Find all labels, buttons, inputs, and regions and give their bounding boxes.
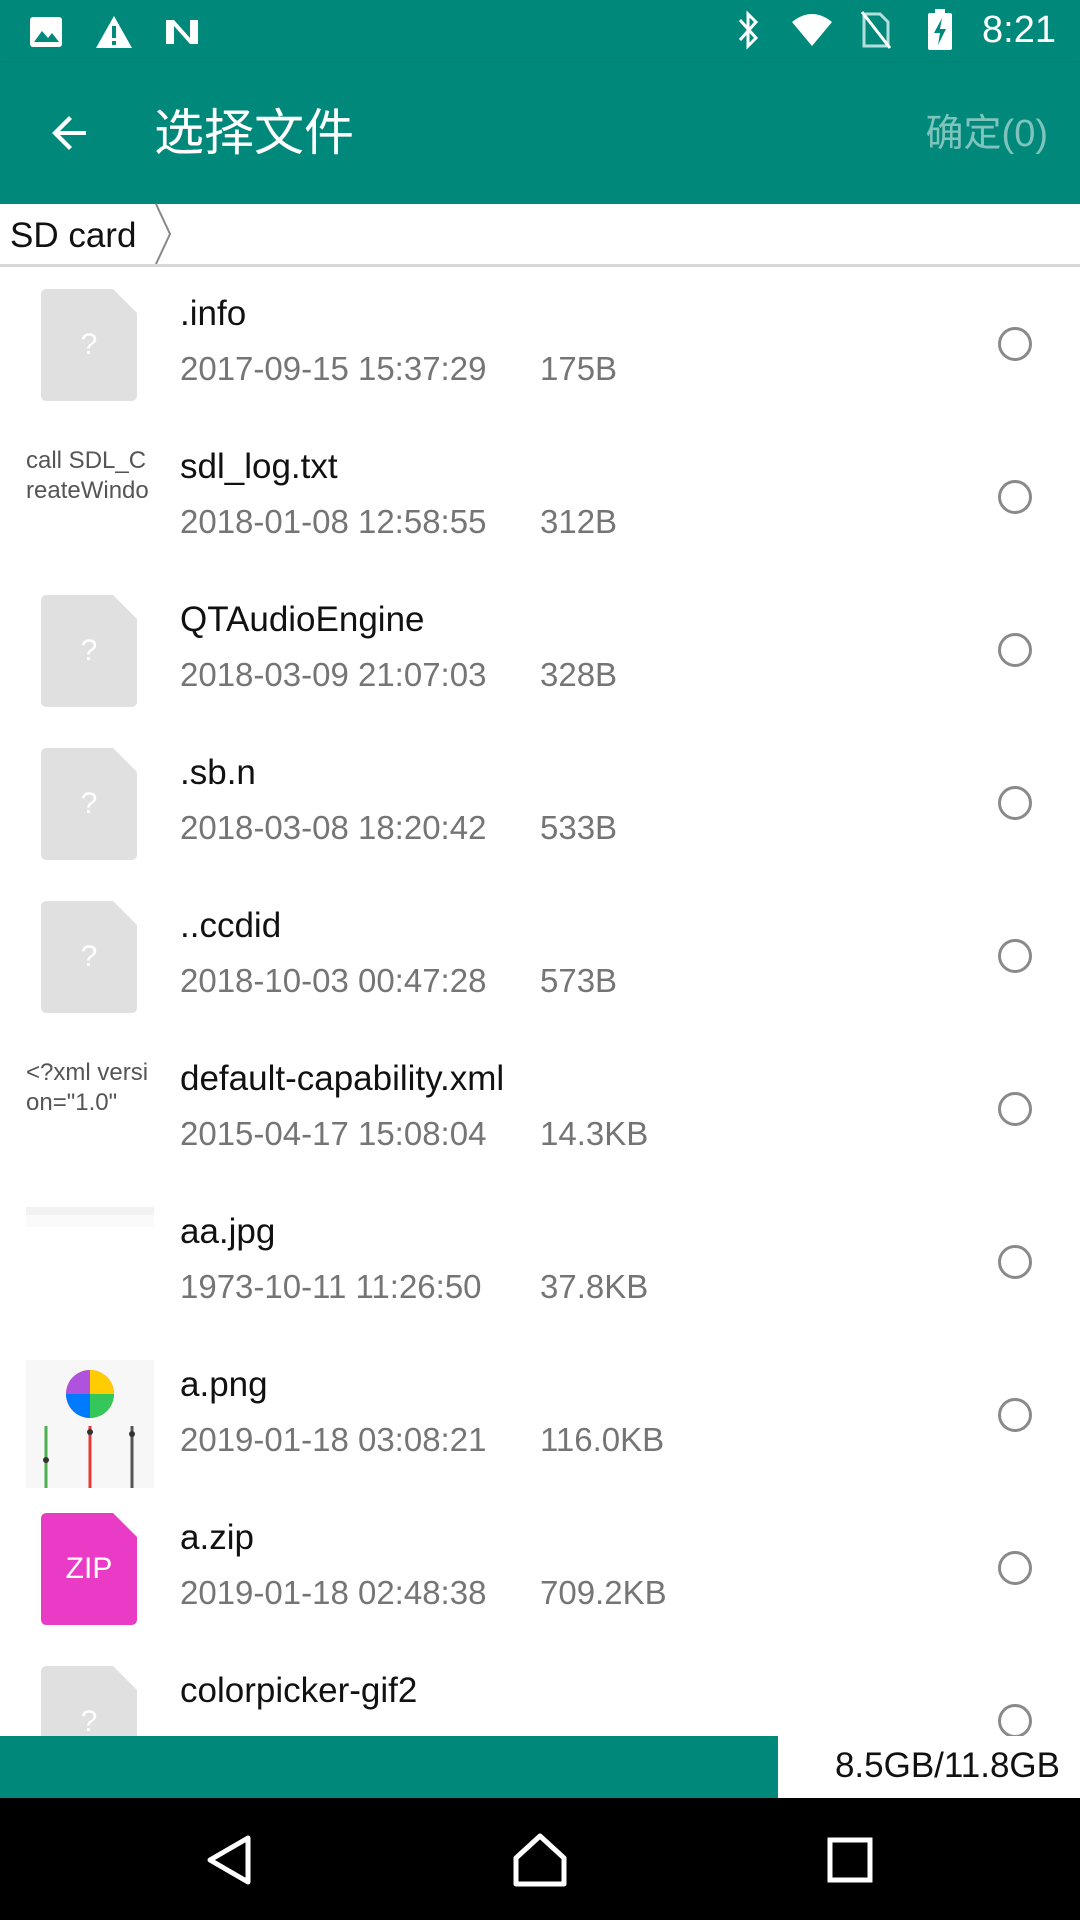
- file-date: 2015-04-17 15:08:04: [180, 1115, 487, 1152]
- file-date: 2018-01-08 12:58:55: [180, 503, 487, 540]
- file-name: colorpicker-gif2: [180, 1671, 418, 1710]
- file-name: aa.jpg: [180, 1212, 276, 1251]
- recents-icon: [827, 1837, 873, 1883]
- file-size: 573B: [540, 962, 618, 999]
- select-radio[interactable]: [998, 327, 1032, 361]
- thumbnail: ?: [26, 901, 154, 1029]
- file-name: ..ccdid: [180, 906, 282, 945]
- storage-bar: 8.5GB/11.8GB: [0, 1736, 1080, 1798]
- thumbnail: ZIP: [26, 1513, 154, 1641]
- storage-usage-fill: [0, 1736, 778, 1798]
- file-name: .sb.n: [180, 753, 256, 792]
- status-bar: 8:21: [0, 0, 1080, 63]
- text-preview: <?xml version="1.0": [26, 1059, 149, 1116]
- wifi-icon: [790, 8, 834, 52]
- n-icon: [160, 10, 204, 54]
- list-item[interactable]: aa.jpg 1973-10-11 11:26:50 37.8KB: [0, 1184, 1080, 1337]
- file-name: a.png: [180, 1365, 268, 1404]
- select-radio[interactable]: [998, 1092, 1032, 1126]
- zip-file-icon: ZIP: [41, 1513, 137, 1625]
- nav-back-button[interactable]: [180, 1818, 280, 1902]
- file-size: 328B: [540, 656, 618, 693]
- nav-home-button[interactable]: [490, 1818, 590, 1902]
- file-date: 1973-10-11 11:26:50: [180, 1268, 482, 1305]
- thumbnail: [26, 1360, 154, 1488]
- file-date: 2017-09-15 15:37:29: [180, 350, 487, 387]
- list-item[interactable]: ? ..ccdid 2018-10-03 00:47:28 573B: [0, 878, 1080, 1031]
- navigation-bar: [0, 1798, 1080, 1920]
- file-list: ? .info 2017-09-15 15:37:29 175B call SD…: [0, 266, 1080, 1736]
- select-radio[interactable]: [998, 633, 1032, 667]
- select-radio[interactable]: [998, 480, 1032, 514]
- back-button[interactable]: [34, 97, 106, 169]
- app-bar: 选择文件 确定(0): [0, 63, 1080, 204]
- image-thumbnail: [26, 1207, 154, 1227]
- back-triangle-icon: [207, 1835, 251, 1885]
- file-name: sdl_log.txt: [180, 447, 338, 486]
- file-size: 312B: [540, 503, 618, 540]
- file-size: 709.2KB: [540, 1574, 667, 1611]
- file-size: 37.8KB: [540, 1268, 649, 1305]
- file-name: QTAudioEngine: [180, 600, 425, 639]
- file-name: default-capability.xml: [180, 1059, 505, 1098]
- list-item[interactable]: ZIP a.zip 2019-01-18 02:48:38 709.2KB: [0, 1490, 1080, 1643]
- file-size: 175B: [540, 350, 618, 387]
- image-icon: [24, 10, 68, 54]
- file-date: 2018-03-09 21:07:03: [180, 656, 487, 693]
- thumbnail: ?: [26, 748, 154, 876]
- thumbnail: <?xml version="1.0": [26, 1054, 154, 1182]
- list-item[interactable]: <?xml version="1.0" default-capability.x…: [0, 1031, 1080, 1184]
- breadcrumb: SD card: [0, 204, 1080, 267]
- storage-text: 8.5GB/11.8GB: [834, 1746, 1060, 1785]
- thumbnail: ?: [26, 1666, 154, 1736]
- select-radio[interactable]: [998, 1704, 1032, 1736]
- confirm-button[interactable]: 确定(0): [926, 109, 1048, 159]
- select-radio[interactable]: [998, 939, 1032, 973]
- unknown-file-icon: ?: [41, 1666, 137, 1736]
- thumbnail: call SDL_CreateWindo: [26, 442, 154, 570]
- unknown-file-icon: ?: [41, 289, 137, 401]
- file-date: 2019-01-18 02:48:38: [180, 1574, 487, 1611]
- list-item[interactable]: ? QTAudioEngine 2018-03-09 21:07:03 328B: [0, 572, 1080, 725]
- file-name: .info: [180, 294, 247, 333]
- bluetooth-icon: [726, 8, 770, 52]
- list-item[interactable]: ? .sb.n 2018-03-08 18:20:42 533B: [0, 725, 1080, 878]
- file-size: 533B: [540, 809, 618, 846]
- file-size: 116.0KB: [540, 1421, 665, 1458]
- select-radio[interactable]: [998, 786, 1032, 820]
- list-item[interactable]: a.png 2019-01-18 03:08:21 116.0KB: [0, 1337, 1080, 1490]
- thumbnail: [26, 1207, 154, 1335]
- arrow-back-icon: [52, 116, 86, 150]
- unknown-file-icon: ?: [41, 748, 137, 860]
- file-size: 14.3KB: [540, 1115, 649, 1152]
- list-item[interactable]: call SDL_CreateWindo sdl_log.txt 2018-01…: [0, 419, 1080, 572]
- warning-icon: [92, 10, 136, 54]
- chevron-right-icon: [155, 204, 172, 264]
- battery-charging-icon: [918, 8, 962, 52]
- select-radio[interactable]: [998, 1551, 1032, 1585]
- list-item[interactable]: ? colorpicker-gif2: [0, 1643, 1080, 1736]
- nav-recents-button[interactable]: [800, 1818, 900, 1902]
- unknown-file-icon: ?: [41, 901, 137, 1013]
- text-preview: call SDL_CreateWindo: [26, 447, 149, 504]
- home-icon: [513, 1833, 567, 1887]
- file-date: 2019-01-18 03:08:21: [180, 1421, 487, 1458]
- page-title: 选择文件: [154, 105, 354, 161]
- file-date: 2018-03-08 18:20:42: [180, 809, 487, 846]
- breadcrumb-item-sdcard[interactable]: SD card: [10, 216, 136, 256]
- select-radio[interactable]: [998, 1398, 1032, 1432]
- no-sim-icon: [854, 8, 898, 52]
- thumbnail: ?: [26, 289, 154, 417]
- file-date: 2018-10-03 00:47:28: [180, 962, 487, 999]
- list-item[interactable]: ? .info 2017-09-15 15:37:29 175B: [0, 266, 1080, 419]
- status-time: 8:21: [982, 8, 1056, 51]
- unknown-file-icon: ?: [41, 595, 137, 707]
- select-radio[interactable]: [998, 1245, 1032, 1279]
- file-name: a.zip: [180, 1518, 254, 1557]
- image-thumbnail: [26, 1360, 154, 1488]
- thumbnail: ?: [26, 595, 154, 723]
